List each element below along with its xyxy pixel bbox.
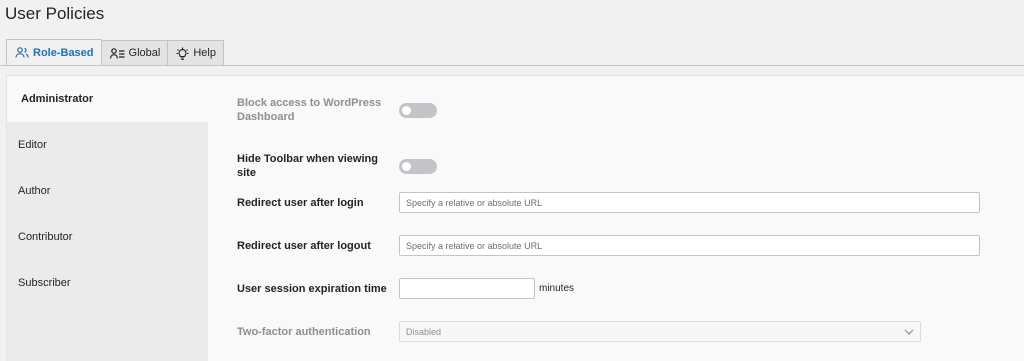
tab-label: Role-Based [33, 46, 94, 59]
role-list: Administrator Editor Author Contributor … [7, 76, 208, 361]
role-item-contributor[interactable]: Contributor [7, 214, 208, 260]
setting-redirect-login: Redirect user after login [237, 192, 980, 213]
user-list-icon [109, 47, 125, 59]
setting-session-expiration: User session expiration time minutes [237, 278, 574, 299]
block-dashboard-toggle[interactable] [399, 102, 437, 118]
lightbulb-icon [176, 47, 189, 60]
users-icon [15, 47, 29, 58]
redirect-login-input[interactable] [399, 192, 980, 213]
setting-redirect-logout: Redirect user after logout [237, 235, 980, 256]
two-factor-select[interactable]: Disabled [399, 321, 921, 342]
session-expiration-label: User session expiration time [237, 282, 387, 295]
two-factor-selected: Disabled [406, 326, 442, 337]
tab-role-based[interactable]: Role-Based [6, 39, 102, 66]
block-dashboard-label: Block access to WordPress Dashboard [237, 97, 382, 123]
two-factor-label: Two-factor authentication [237, 325, 371, 338]
policies-panel: Administrator Editor Author Contributor … [6, 75, 1024, 361]
tab-label: Global [128, 47, 161, 59]
role-item-administrator[interactable]: Administrator [7, 76, 208, 122]
redirect-login-label: Redirect user after login [237, 196, 364, 209]
chevron-down-icon [904, 327, 914, 337]
session-expiration-input[interactable] [399, 278, 535, 299]
role-item-subscriber[interactable]: Subscriber [7, 260, 208, 306]
tab-help[interactable]: Help [167, 40, 224, 66]
tab-divider [0, 65, 1024, 66]
setting-two-factor: Two-factor authentication Disabled [237, 321, 921, 342]
tab-bar: Role-Based Global Help [6, 39, 224, 66]
redirect-logout-input[interactable] [399, 235, 980, 256]
setting-block-dashboard: Block access to WordPress Dashboard [237, 96, 437, 124]
tab-label: Help [193, 47, 216, 59]
tab-global[interactable]: Global [100, 40, 169, 66]
session-expiration-unit: minutes [539, 283, 575, 294]
hide-toolbar-toggle[interactable] [399, 158, 437, 174]
setting-hide-toolbar: Hide Toolbar when viewing site [237, 152, 437, 180]
page-title: User Policies [5, 4, 105, 23]
role-item-author[interactable]: Author [7, 168, 208, 214]
redirect-logout-label: Redirect user after logout [237, 239, 371, 252]
role-item-editor[interactable]: Editor [7, 122, 208, 168]
hide-toolbar-label: Hide Toolbar when viewing site [237, 153, 378, 179]
